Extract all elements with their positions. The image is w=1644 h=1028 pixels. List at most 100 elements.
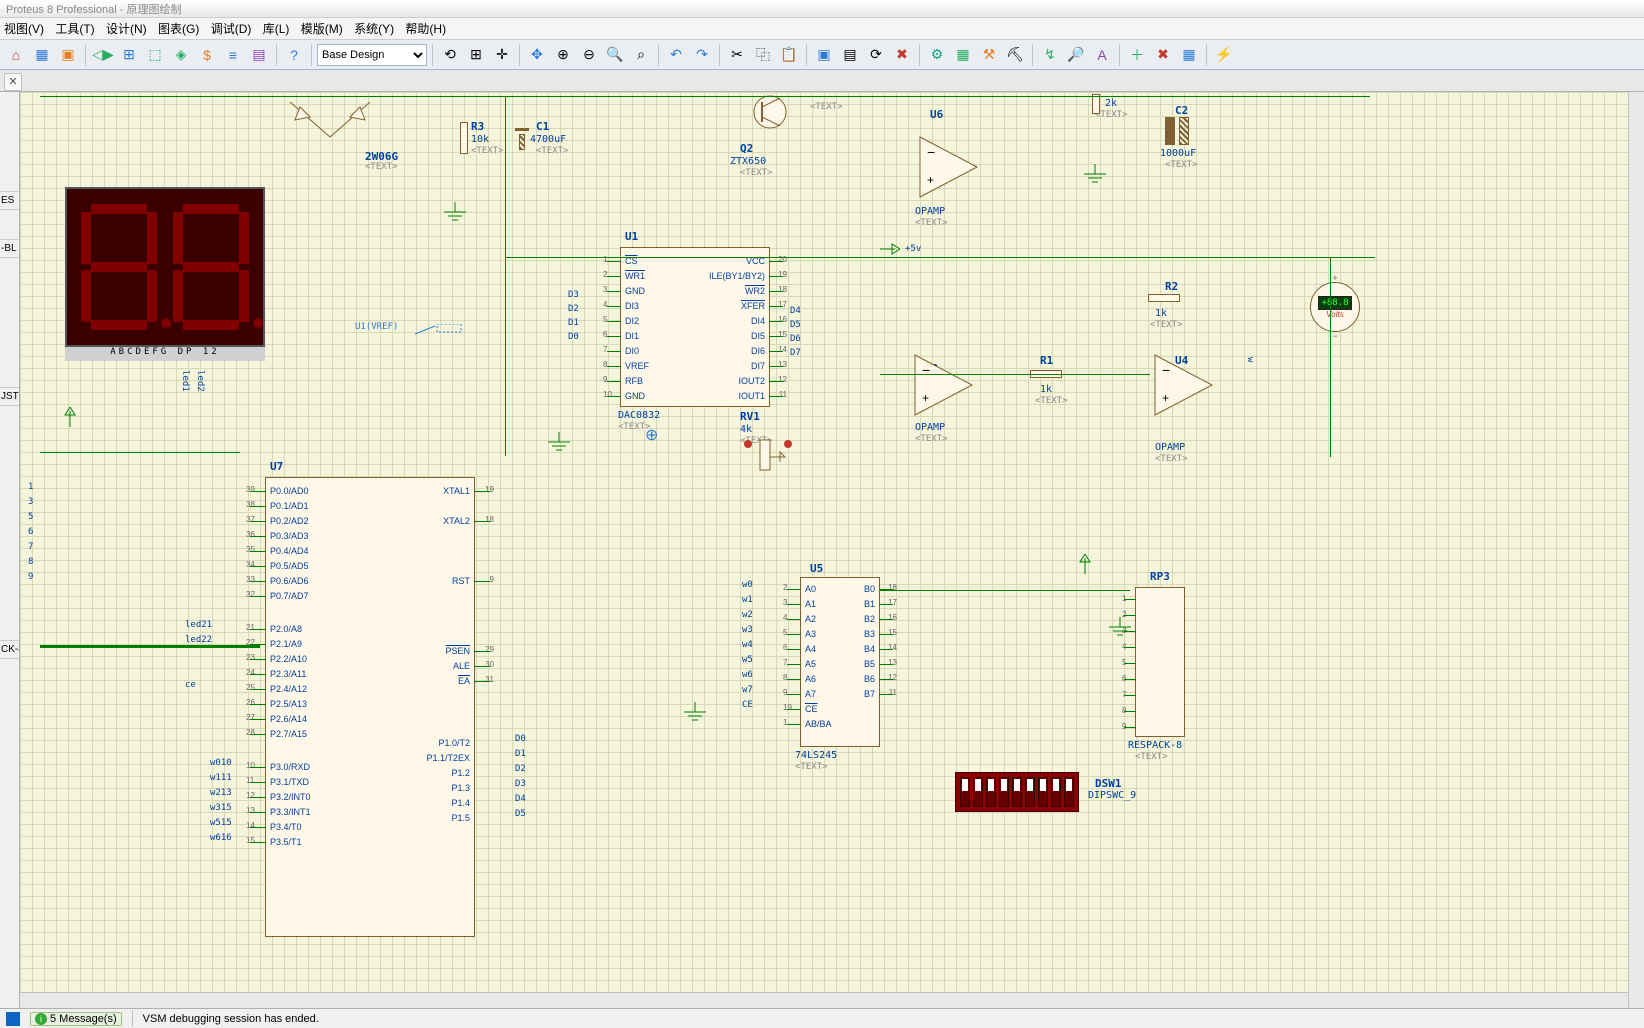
messages-button[interactable]: i 5 Message(s) (30, 1012, 122, 1026)
delete-sheet-icon[interactable]: ✖ (1151, 43, 1175, 67)
menu-template[interactable]: 模版(M) (301, 22, 343, 36)
net-label: w0 (742, 580, 753, 590)
pin-number: 8 (783, 673, 787, 682)
wire-autoroute-icon[interactable]: ↯ (1038, 43, 1062, 67)
pin-label: A1 (805, 599, 816, 609)
bom-icon[interactable]: $ (195, 43, 219, 67)
c1-value: 4700uF (530, 134, 566, 145)
pin-label: P2.0/A8 (270, 624, 302, 634)
search-icon[interactable]: 🔎 (1064, 43, 1088, 67)
side-item[interactable]: CK-8 (0, 641, 19, 659)
pin-number: 13 (778, 360, 787, 369)
component-u5[interactable]: A0A1A2A3A4A5A6A7CEAB/BA B0B1B2B3B4B5B6B7… (800, 577, 880, 747)
compile-icon[interactable]: ⛏ (1003, 43, 1027, 67)
zoom-area-icon[interactable]: ⌕ (629, 43, 653, 67)
pin-label: P1.4 (451, 798, 470, 808)
resistor-2k[interactable] (1092, 94, 1100, 114)
window-title: Proteus 8 Professional - 原理图绘制 (6, 4, 181, 16)
pin-label: P3.4/T0 (270, 822, 302, 832)
zoom-fit-icon[interactable]: 🔍 (603, 43, 627, 67)
q2-ref: Q2 (740, 142, 753, 155)
paste-icon[interactable]: 📋 (777, 43, 801, 67)
pick-icon[interactable]: ⚙ (925, 43, 949, 67)
pin-number: 19 (778, 270, 787, 279)
wire (40, 96, 1370, 97)
resistor-r3[interactable] (460, 122, 468, 154)
horizontal-scrollbar[interactable] (20, 992, 1628, 1008)
side-item[interactable]: -BL (0, 240, 19, 258)
schematic-canvas[interactable]: ABCDEFG DP 12 led1 led2 2W06G <TEXT> R3 … (20, 92, 1644, 1008)
menu-graph[interactable]: 图表(G) (158, 22, 199, 36)
net-label: D6 (790, 334, 801, 344)
redo-icon[interactable]: ↷ (690, 43, 714, 67)
menu-view[interactable]: 视图(V) (4, 22, 44, 36)
undo-icon[interactable]: ↶ (664, 43, 688, 67)
cut-icon[interactable]: ✂ (725, 43, 749, 67)
component-rp3[interactable]: 123456789 (1135, 587, 1185, 737)
capacitor-c1[interactable] (515, 122, 529, 154)
separator (311, 44, 312, 66)
code-icon[interactable]: ≡ (221, 43, 245, 67)
menu-debug[interactable]: 调试(D) (211, 22, 252, 36)
chip-icon[interactable]: ▣ (56, 43, 80, 67)
pin-number: 15 (888, 628, 897, 637)
pcb-icon[interactable]: ⊞ (117, 43, 141, 67)
block-rotate-icon[interactable]: ⟳ (864, 43, 888, 67)
zoom-out-icon[interactable]: ⊖ (577, 43, 601, 67)
report-icon[interactable]: ▤ (247, 43, 271, 67)
origin-icon[interactable]: ✛ (490, 43, 514, 67)
resistor-r2[interactable] (1148, 294, 1180, 302)
pan-icon[interactable]: ✥ (525, 43, 549, 67)
menu-system[interactable]: 系统(Y) (354, 22, 394, 36)
copy-icon[interactable]: ⿻ (751, 43, 775, 67)
component-u7[interactable]: P0.0/AD0P0.1/AD1P0.2/AD2P0.3/AD3P0.4/AD4… (265, 477, 475, 937)
block-copy-icon[interactable]: ▣ (812, 43, 836, 67)
grid-icon[interactable]: ⊞ (464, 43, 488, 67)
menu-library[interactable]: 库(L) (263, 22, 290, 36)
dipswitch-dsw1[interactable] (955, 772, 1079, 812)
play-icon[interactable]: ◁▶ (91, 43, 115, 67)
net-label: +5v (905, 244, 921, 254)
vertical-scrollbar[interactable] (1628, 92, 1644, 1008)
seven-segment-display[interactable] (65, 187, 265, 347)
pin-number: 2 (783, 583, 787, 592)
3d-icon[interactable]: ⬚ (143, 43, 167, 67)
pin-number: 12 (246, 791, 255, 800)
help-icon[interactable]: ? (282, 43, 306, 67)
new-sheet-icon[interactable]: ＋ (1125, 43, 1149, 67)
net-label: D3 (515, 779, 526, 789)
c2-ref: C2 (1175, 104, 1188, 117)
pin-number: 21 (246, 623, 255, 632)
exit-icon[interactable]: ⚡ (1212, 43, 1236, 67)
decompose-icon[interactable]: ⚒ (977, 43, 1001, 67)
home-icon[interactable]: ⌂ (4, 43, 28, 67)
transistor-q2[interactable] (740, 92, 800, 142)
refresh-icon[interactable]: ⟲ (438, 43, 462, 67)
u6-ref: U6 (930, 108, 943, 121)
schematic-icon[interactable]: ▦ (30, 43, 54, 67)
goto-sheet-icon[interactable]: ▦ (1177, 43, 1201, 67)
block-delete-icon[interactable]: ✖ (890, 43, 914, 67)
pin-label: P1.5 (451, 813, 470, 823)
menu-help[interactable]: 帮助(H) (405, 22, 446, 36)
u5-ref: U5 (810, 562, 823, 575)
text-label: <TEXT> (536, 146, 569, 156)
gerber-icon[interactable]: ◈ (169, 43, 193, 67)
property-icon[interactable]: A (1090, 43, 1114, 67)
voltmeter[interactable]: + +88.8 Volts − (1310, 282, 1360, 332)
side-item[interactable]: ES (0, 192, 19, 210)
component-u1[interactable]: CSWR1GNDDI3DI2DI1DI0VREFRFBGND VCCILE(BY… (620, 247, 770, 407)
side-item[interactable]: JST (0, 388, 19, 406)
probe-icon[interactable] (415, 324, 465, 344)
block-move-icon[interactable]: ▤ (838, 43, 862, 67)
design-variant-combo[interactable]: Base Design (317, 44, 427, 66)
potentiometer-rv1[interactable] (740, 432, 800, 487)
zoom-in-icon[interactable]: ⊕ (551, 43, 575, 67)
capacitor-c2[interactable] (1165, 117, 1193, 147)
close-tab-button[interactable]: ✕ (4, 73, 22, 91)
package-icon[interactable]: ▦ (951, 43, 975, 67)
menu-tools[interactable]: 工具(T) (55, 22, 94, 36)
menu-design[interactable]: 设计(N) (106, 22, 147, 36)
pin-label: P2.5/A13 (270, 699, 307, 709)
pin-label: P2.2/A10 (270, 654, 307, 664)
